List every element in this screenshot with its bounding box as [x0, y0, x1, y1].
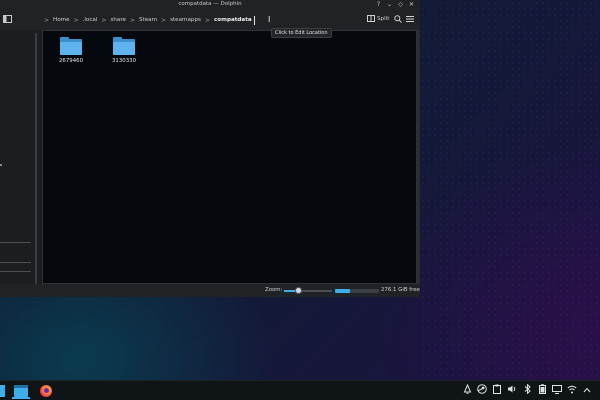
- display-icon[interactable]: [552, 384, 562, 398]
- zoom-label: Zoom:: [265, 287, 283, 293]
- breadcrumb-separator: >: [101, 16, 107, 24]
- breadcrumb-item-steamapps[interactable]: steamapps: [170, 17, 201, 23]
- file-name: 3130330: [111, 58, 136, 64]
- split-label: Split: [377, 15, 390, 22]
- free-space-label: 276.1 GiB free: [381, 287, 420, 293]
- breadcrumb-separator: >: [204, 16, 210, 24]
- split-button[interactable]: Split: [367, 15, 389, 22]
- folder-icon: [113, 37, 135, 55]
- file-name: 2679460: [58, 58, 83, 64]
- places-divider: [0, 262, 31, 263]
- steam-icon[interactable]: [477, 384, 487, 398]
- window-title: compatdata — Dolphin: [178, 1, 242, 7]
- file-view[interactable]: 2679460 3130330: [42, 30, 417, 284]
- taskbar-firefox[interactable]: [40, 384, 54, 398]
- wallpaper-texture: [420, 0, 600, 380]
- breadcrumb-separator: >: [44, 16, 50, 24]
- tooltip: Click to Edit Location: [271, 28, 332, 38]
- volume-icon[interactable]: [507, 384, 517, 398]
- taskbar: [0, 380, 600, 400]
- text-caret: [253, 15, 255, 25]
- folder-item[interactable]: 2679460: [51, 37, 91, 64]
- split-view-icon: [367, 15, 375, 22]
- places-divider: [0, 271, 31, 272]
- close-icon[interactable]: ✕: [408, 1, 415, 9]
- breadcrumb-item-steam[interactable]: Steam: [139, 17, 157, 23]
- breadcrumb-separator: >: [161, 16, 167, 24]
- system-tray: [462, 383, 592, 398]
- text-cursor-icon: Ι: [268, 15, 271, 24]
- places-panel[interactable]: [0, 30, 37, 285]
- taskbar-dolphin[interactable]: [14, 384, 28, 398]
- file-view-scrollbar[interactable]: [417, 30, 419, 284]
- hamburger-menu-icon[interactable]: [406, 15, 414, 25]
- wifi-icon[interactable]: [567, 385, 577, 398]
- bluetooth-icon[interactable]: [522, 383, 532, 398]
- places-divider: [0, 242, 31, 243]
- breadcrumb-separator: >: [73, 16, 79, 24]
- breadcrumb-item-compatdata[interactable]: compatdata: [214, 17, 252, 23]
- toolbar: > Home > .local > share > Steam > steama…: [0, 10, 420, 30]
- places-marker: [0, 164, 2, 166]
- breadcrumb-separator: >: [129, 16, 135, 24]
- battery-icon[interactable]: [537, 384, 547, 398]
- dolphin-window: compatdata — Dolphin ? ⌄ ◇ ✕ > Home > .l…: [0, 0, 420, 297]
- zoom-slider-handle[interactable]: [294, 287, 302, 294]
- sidebar-toggle-icon[interactable]: [3, 15, 12, 23]
- breadcrumb-item-share[interactable]: share: [110, 17, 126, 23]
- active-task-indicator: [12, 397, 30, 399]
- window-controls: ? ⌄ ◇ ✕: [375, 1, 415, 9]
- expand-tray-icon[interactable]: [582, 385, 592, 397]
- search-icon[interactable]: [394, 15, 402, 26]
- help-icon[interactable]: ?: [375, 1, 382, 9]
- folder-item[interactable]: 3130330: [104, 37, 144, 64]
- application-launcher-icon[interactable]: [0, 385, 5, 397]
- minimize-icon[interactable]: ⌄: [386, 1, 393, 9]
- title-bar[interactable]: compatdata — Dolphin ? ⌄ ◇ ✕: [0, 0, 420, 10]
- breadcrumb-item-local[interactable]: .local: [83, 17, 98, 23]
- breadcrumb-item-home[interactable]: Home: [53, 17, 70, 23]
- status-bar: Zoom: 276.1 GiB free: [0, 284, 420, 297]
- notifications-icon[interactable]: [462, 383, 472, 398]
- clipboard-icon[interactable]: [492, 384, 502, 398]
- folder-icon: [60, 37, 82, 55]
- places-scrollbar[interactable]: [35, 33, 37, 285]
- breadcrumb[interactable]: > Home > .local > share > Steam > steama…: [40, 15, 255, 25]
- disk-space-bar: [335, 289, 379, 293]
- disk-space-fill: [335, 289, 351, 293]
- zoom-slider[interactable]: [284, 287, 332, 294]
- maximize-icon[interactable]: ◇: [397, 1, 404, 9]
